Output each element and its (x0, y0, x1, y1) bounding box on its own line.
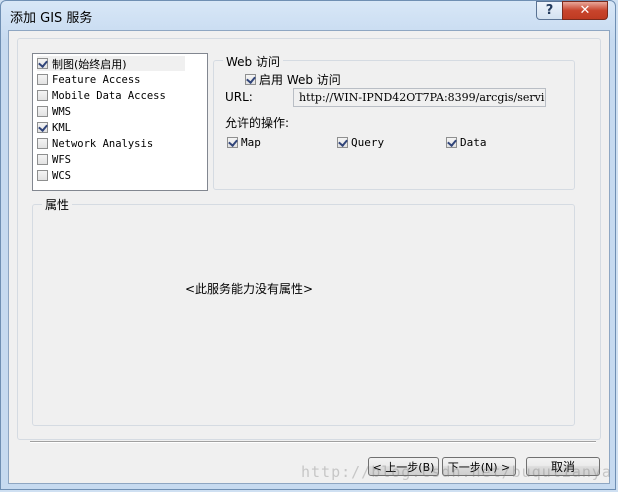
checkbox-wcs[interactable] (37, 170, 48, 181)
list-item-label: 制图(始终启用) (52, 57, 127, 71)
checkbox-query[interactable] (337, 137, 348, 148)
url-label: URL: (225, 90, 253, 104)
allowed-operations-label: 允许的操作: (225, 116, 290, 130)
dialog-window: 添加 GIS 服务 ? ✕ 制图(始终启用) Feature Access Mo… (0, 0, 616, 490)
list-item-mapping[interactable]: 制图(始终启用) (37, 56, 185, 71)
list-item-label: WFS (52, 153, 71, 166)
operation-data[interactable]: Data (446, 136, 487, 149)
list-item-mobile-data-access[interactable]: Mobile Data Access (37, 88, 166, 103)
close-icon: ✕ (579, 3, 591, 18)
checkbox-network-analysis[interactable] (37, 138, 48, 149)
enable-web-access-label: 启用 Web 访问 (259, 73, 341, 87)
url-field[interactable]: http://WIN-IPND42OT7PA:8399/arcgis/servi… (293, 88, 546, 107)
list-item-label: WMS (52, 105, 71, 118)
list-item-label: Network Analysis (52, 137, 154, 150)
watermark-text: http://blog.csdn.net/buqutianya (301, 463, 612, 481)
footer-divider (30, 441, 596, 443)
close-button[interactable]: ✕ (562, 1, 608, 20)
web-access-group-label: Web 访问 (223, 53, 283, 70)
checkbox-data[interactable] (446, 137, 457, 148)
list-item-wcs[interactable]: WCS (37, 168, 71, 183)
checkbox-mobile-data-access[interactable] (37, 90, 48, 101)
window-title: 添加 GIS 服务 (10, 11, 93, 26)
operation-query-label: Query (351, 136, 385, 149)
properties-group-label: 属性 (42, 196, 73, 213)
list-item-label: WCS (52, 169, 71, 182)
dialog-client-area: 制图(始终启用) Feature Access Mobile Data Acce… (8, 30, 610, 484)
help-button[interactable]: ? (536, 1, 563, 20)
checkbox-wms[interactable] (37, 106, 48, 117)
list-item-feature-access[interactable]: Feature Access (37, 72, 141, 87)
list-item-wms[interactable]: WMS (37, 104, 71, 119)
list-item-kml[interactable]: KML (37, 120, 71, 135)
operation-data-label: Data (460, 136, 487, 149)
enable-web-access-option[interactable]: 启用 Web 访问 (245, 71, 341, 88)
help-icon: ? (545, 3, 554, 18)
list-item-label: KML (52, 121, 71, 134)
list-item-label: Feature Access (52, 73, 141, 86)
checkbox-kml[interactable] (37, 122, 48, 133)
list-item-wfs[interactable]: WFS (37, 152, 71, 167)
title-bar[interactable]: 添加 GIS 服务 ? ✕ (1, 1, 615, 31)
checkbox-mapping[interactable] (37, 58, 48, 69)
no-properties-message: <此服务能力没有属性> (185, 282, 314, 296)
checkbox-enable-web-access[interactable] (245, 74, 256, 85)
operation-query[interactable]: Query (337, 136, 384, 149)
operation-map[interactable]: Map (227, 136, 261, 149)
checkbox-map[interactable] (227, 137, 238, 148)
list-item-label: Mobile Data Access (52, 89, 166, 102)
checkbox-feature-access[interactable] (37, 74, 48, 85)
service-capability-list[interactable]: 制图(始终启用) Feature Access Mobile Data Acce… (32, 53, 208, 191)
list-item-network-analysis[interactable]: Network Analysis (37, 136, 153, 151)
operation-map-label: Map (241, 136, 261, 149)
properties-group (32, 204, 575, 426)
checkbox-wfs[interactable] (37, 154, 48, 165)
